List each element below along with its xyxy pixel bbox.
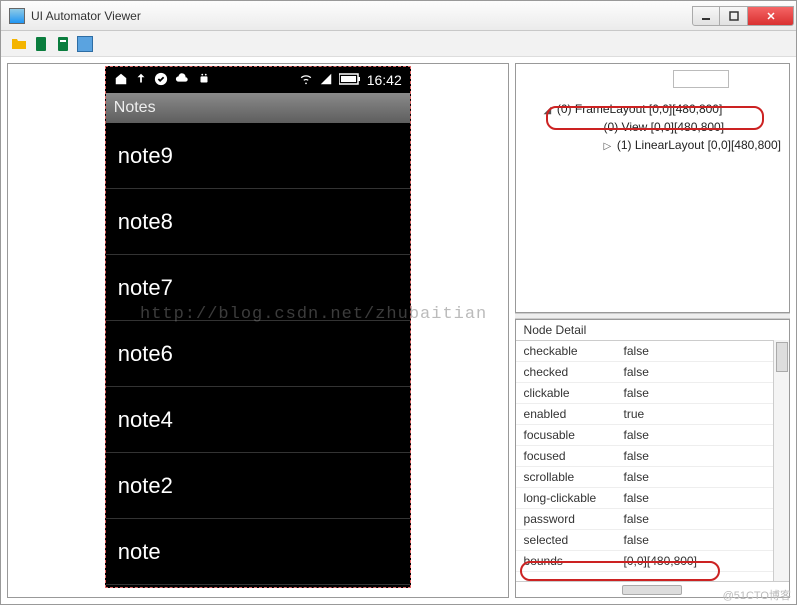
device-screenshot-icon[interactable] bbox=[33, 36, 49, 52]
vertical-scrollbar[interactable] bbox=[773, 340, 789, 581]
tree-search-input[interactable] bbox=[673, 70, 729, 88]
list-item[interactable]: note2 bbox=[106, 453, 410, 519]
open-folder-icon[interactable] bbox=[11, 36, 27, 52]
wifi-icon bbox=[299, 72, 313, 89]
app-header: Notes bbox=[106, 93, 410, 123]
node-detail-header: Node Detail bbox=[516, 320, 789, 341]
scrollbar-thumb[interactable] bbox=[776, 342, 788, 372]
table-row: passwordfalse bbox=[516, 509, 789, 530]
close-button[interactable] bbox=[748, 6, 794, 26]
upload-icon bbox=[134, 72, 148, 89]
list-item[interactable]: note bbox=[106, 519, 410, 585]
table-row: enabledtrue bbox=[516, 404, 789, 425]
main-area: 16:42 Notes note9 note8 note7 note6 note… bbox=[1, 57, 796, 604]
device-dump-icon[interactable] bbox=[55, 36, 71, 52]
table-row: focusablefalse bbox=[516, 425, 789, 446]
tree-node-label: (1) LinearLayout [0,0][480,800] bbox=[617, 138, 781, 152]
table-row: bounds[0,0][480,800] bbox=[516, 551, 789, 572]
tree-node-label: (0) View [0,0][480,800] bbox=[604, 120, 725, 134]
battery-icon bbox=[339, 72, 361, 88]
clock-text: 16:42 bbox=[367, 72, 402, 88]
hierarchy-tree-pane: ◢ (0) FrameLayout [0,0][480,800] (0) Vie… bbox=[515, 63, 790, 313]
app-icon bbox=[9, 8, 25, 24]
watermark-text: http://blog.csdn.net/zhubaitian bbox=[140, 305, 487, 324]
check-circle-icon bbox=[154, 72, 168, 89]
table-row: selectedfalse bbox=[516, 530, 789, 551]
source-stamp: @51CTO博客 bbox=[723, 587, 791, 603]
table-row: checkablefalse bbox=[516, 341, 789, 362]
list-item[interactable]: note4 bbox=[106, 387, 410, 453]
window-titlebar: UI Automator Viewer bbox=[1, 1, 796, 31]
list-item[interactable]: note9 bbox=[106, 123, 410, 189]
table-row: focusedfalse bbox=[516, 446, 789, 467]
list-item[interactable]: note8 bbox=[106, 189, 410, 255]
right-panel: ◢ (0) FrameLayout [0,0][480,800] (0) Vie… bbox=[515, 63, 790, 598]
node-detail-table: checkablefalse checkedfalse clickablefal… bbox=[516, 341, 789, 581]
tree-node-label[interactable]: (0) FrameLayout [0,0][480,800] bbox=[557, 102, 722, 116]
tree-node[interactable]: ▷ (1) LinearLayout [0,0][480,800] bbox=[604, 136, 781, 154]
window-title: UI Automator Viewer bbox=[31, 9, 692, 23]
collapse-icon[interactable]: ◢ bbox=[544, 105, 554, 116]
node-detail-pane: Node Detail checkablefalse checkedfalse … bbox=[515, 319, 790, 598]
table-row: clickablefalse bbox=[516, 383, 789, 404]
app-title: Notes bbox=[114, 99, 156, 117]
tree-node[interactable]: (0) View [0,0][480,800] bbox=[604, 118, 781, 136]
cloud-icon bbox=[174, 72, 190, 89]
scrollbar-thumb[interactable] bbox=[622, 585, 682, 595]
device-screen: 16:42 Notes note9 note8 note7 note6 note… bbox=[105, 66, 411, 588]
table-row: scrollablefalse bbox=[516, 467, 789, 488]
table-row: long-clickablefalse bbox=[516, 488, 789, 509]
signal-icon bbox=[319, 72, 333, 89]
toolbar bbox=[1, 31, 796, 57]
table-row: checkedfalse bbox=[516, 362, 789, 383]
screenshot-pane: 16:42 Notes note9 note8 note7 note6 note… bbox=[7, 63, 509, 598]
minimize-button[interactable] bbox=[692, 6, 720, 26]
window-buttons bbox=[692, 6, 794, 26]
tree-node-root[interactable]: ◢ (0) FrameLayout [0,0][480,800] bbox=[544, 100, 781, 118]
expand-icon[interactable]: ▷ bbox=[604, 141, 614, 152]
list-item[interactable]: note6 bbox=[106, 321, 410, 387]
save-icon[interactable] bbox=[77, 36, 93, 52]
maximize-button[interactable] bbox=[720, 6, 748, 26]
home-icon bbox=[114, 72, 128, 89]
notes-list: note9 note8 note7 note6 note4 note2 note bbox=[106, 123, 410, 585]
android-statusbar: 16:42 bbox=[106, 67, 410, 93]
android-icon bbox=[196, 72, 212, 89]
